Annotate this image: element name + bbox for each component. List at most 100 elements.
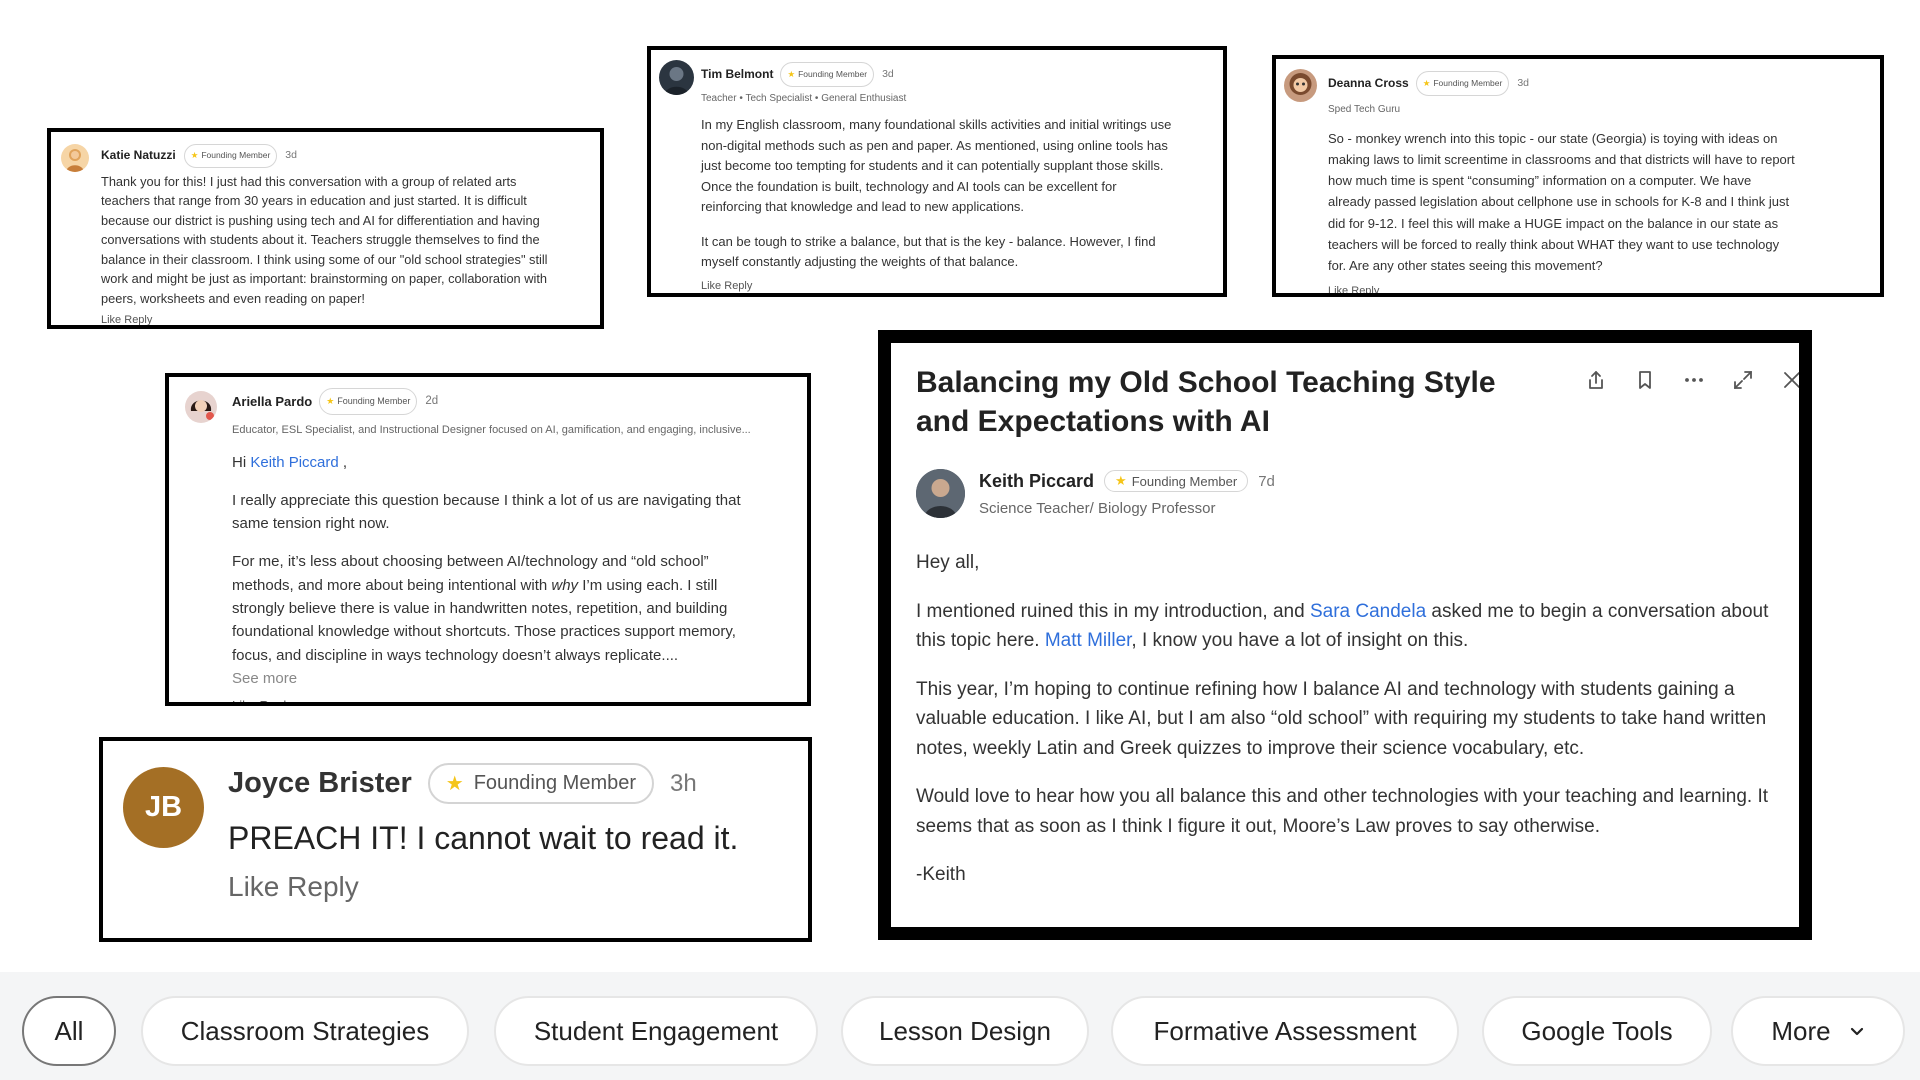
post-card: Balancing my Old School Teaching Style a… xyxy=(878,330,1812,940)
comment-body: So - monkey wrench into this topic - our… xyxy=(1328,128,1876,277)
avatar[interactable] xyxy=(61,144,89,172)
body-line: non-digital methods such as pen and pape… xyxy=(701,137,1168,153)
avatar[interactable] xyxy=(916,469,965,518)
badge-label: Founding Member xyxy=(1433,78,1503,88)
mention-link[interactable]: Keith Piccard xyxy=(250,454,338,471)
body-line: myself constantly adjusting the weights … xyxy=(701,254,1019,269)
greeting-end: , xyxy=(342,453,348,471)
star-icon: ★ xyxy=(1115,473,1127,488)
filter-chip-formative-assessment[interactable]: Formative Assessment xyxy=(1111,996,1459,1066)
reply-button[interactable]: Reply xyxy=(287,871,359,902)
comment-actions: Like Reply xyxy=(701,276,1223,294)
chevron-down-icon xyxy=(1849,1023,1865,1039)
see-more-link[interactable]: See more xyxy=(232,667,805,690)
like-button[interactable]: Like xyxy=(232,698,256,702)
author-name[interactable]: Tim Belmont xyxy=(701,64,773,85)
avatar[interactable] xyxy=(1284,69,1317,102)
comment-body: In my English classroom, many foundation… xyxy=(701,115,1223,273)
mention-link[interactable]: Matt Miller xyxy=(1045,630,1132,651)
body-line: So - monkey wrench into this topic - our… xyxy=(1328,130,1778,146)
filter-chip-google-tools[interactable]: Google Tools xyxy=(1482,996,1712,1066)
reply-button[interactable]: Reply xyxy=(124,314,152,325)
comment-actions: Like Reply xyxy=(101,311,592,325)
paragraph: This year, I’m hoping to continue refini… xyxy=(916,678,1767,759)
greeting-text: Hi xyxy=(232,453,247,471)
author-name[interactable]: Ariella Pardo xyxy=(232,390,312,413)
body-line: Once the foundation is built, technology… xyxy=(701,178,1117,194)
mention-link[interactable]: Sara Candela xyxy=(1310,601,1426,622)
comment-actions: Like Reply xyxy=(228,871,804,903)
body-text: I mentioned ruined this in my introducti… xyxy=(916,600,1310,622)
badge-label: Founding Member xyxy=(1131,473,1238,489)
star-icon: ★ xyxy=(787,69,796,79)
comment-card-tim: Tim Belmont ★ Founding Member 3d Teacher … xyxy=(647,46,1227,297)
body-line: same tension right now. xyxy=(232,515,390,533)
avatar[interactable] xyxy=(659,60,694,95)
founding-member-badge: ★ Founding Member xyxy=(1104,470,1249,492)
filter-chip-lesson-design[interactable]: Lesson Design xyxy=(841,996,1089,1066)
author-name[interactable]: Katie Natuzzi xyxy=(101,146,176,166)
close-icon[interactable] xyxy=(1779,367,1799,392)
body-line: making laws to limit screentime in class… xyxy=(1328,151,1795,167)
post-body: Hey all, I mentioned ruined this in my i… xyxy=(916,548,1789,909)
body-line: just become too tempting for students an… xyxy=(701,158,1164,173)
author-name[interactable]: Keith Piccard xyxy=(979,471,1094,492)
author-name[interactable]: Deanna Cross xyxy=(1328,73,1409,94)
paragraph: For me, it’s less about choosing between… xyxy=(232,550,805,666)
share-icon[interactable] xyxy=(1583,367,1608,392)
timestamp: 2d xyxy=(425,395,439,407)
filter-more-dropdown[interactable]: More xyxy=(1731,996,1905,1066)
body-line: because our district is pushing using te… xyxy=(101,212,540,228)
body-line: work and might be just as important: bra… xyxy=(101,271,547,286)
reply-button[interactable]: Reply xyxy=(1351,285,1379,293)
like-button[interactable]: Like xyxy=(101,314,121,325)
timestamp: 3d xyxy=(285,149,297,161)
like-button[interactable]: Like xyxy=(1328,285,1348,293)
comment-body: I really appreciate this question becaus… xyxy=(232,489,805,667)
filter-chip-all[interactable]: All xyxy=(22,996,116,1066)
post-toolbar xyxy=(1583,367,1799,392)
body-line: peers, worksheets and even reading on pa… xyxy=(101,290,365,306)
category-filter-bar: All Classroom Strategies Student Engagem… xyxy=(0,972,1920,1080)
founding-member-badge: ★ Founding Member xyxy=(1415,71,1510,97)
comment-card-deanna: Deanna Cross ★ Founding Member 3d Sped Te… xyxy=(1272,55,1884,297)
like-button[interactable]: Like xyxy=(701,280,721,292)
author-subtitle: Educator, ESL Specialist, and Instructio… xyxy=(232,424,751,437)
filter-chip-classroom-strategies[interactable]: Classroom Strategies xyxy=(141,996,469,1066)
paragraph: In my English classroom, many foundation… xyxy=(701,115,1223,218)
more-label: More xyxy=(1771,1015,1831,1046)
body-line: teachers will be forced to really think … xyxy=(1328,237,1780,253)
like-button[interactable]: Like xyxy=(228,871,279,902)
body-line: methods, and more about being intentiona… xyxy=(232,574,805,597)
body-line: conversations with students about it. Te… xyxy=(101,232,540,247)
body-line: foundational knowledge without shortcuts… xyxy=(232,623,736,641)
timestamp: 3d xyxy=(882,68,894,80)
body-text: methods, and more about being intentiona… xyxy=(232,576,552,594)
comment-card-ariella: Ariella Pardo ★ Founding Member 2d Educat… xyxy=(165,373,811,706)
comment-body: PREACH IT! I cannot wait to read it. xyxy=(228,820,739,856)
avatar[interactable] xyxy=(185,391,217,423)
body-line: focus, and discipline in ways technology… xyxy=(232,646,679,664)
founding-member-badge: ★ Founding Member xyxy=(780,62,875,87)
comment-actions: Like Reply xyxy=(232,694,805,702)
reply-button[interactable]: Reply xyxy=(724,280,752,292)
star-icon: ★ xyxy=(190,150,199,160)
body-line: for. Are any other states seeing this mo… xyxy=(1328,258,1603,274)
more-icon[interactable] xyxy=(1681,367,1706,392)
expand-icon[interactable] xyxy=(1730,367,1755,392)
badge-label: Founding Member xyxy=(473,772,637,794)
author-name[interactable]: Joyce Brister xyxy=(228,767,412,800)
post-greeting: Hey all, xyxy=(916,552,980,573)
body-line: did for 9-12. I feel this will make a HU… xyxy=(1328,215,1779,231)
body-line: It can be tough to strike a balance, but… xyxy=(701,233,1156,249)
comment-body: Thank you for this! I just had this conv… xyxy=(101,172,592,309)
badge-label: Founding Member xyxy=(337,396,411,406)
avatar[interactable]: JB xyxy=(123,767,204,848)
body-text: , I know you have a lot of insight on th… xyxy=(1131,630,1469,651)
reply-button[interactable]: Reply xyxy=(259,698,292,702)
filter-chip-student-engagement[interactable]: Student Engagement xyxy=(494,996,818,1066)
bookmark-icon[interactable] xyxy=(1632,367,1657,392)
emphasis-text: why xyxy=(551,576,579,594)
author-subtitle: Sped Tech Guru xyxy=(1328,104,1401,116)
comment-actions: Like Reply xyxy=(1328,281,1876,293)
